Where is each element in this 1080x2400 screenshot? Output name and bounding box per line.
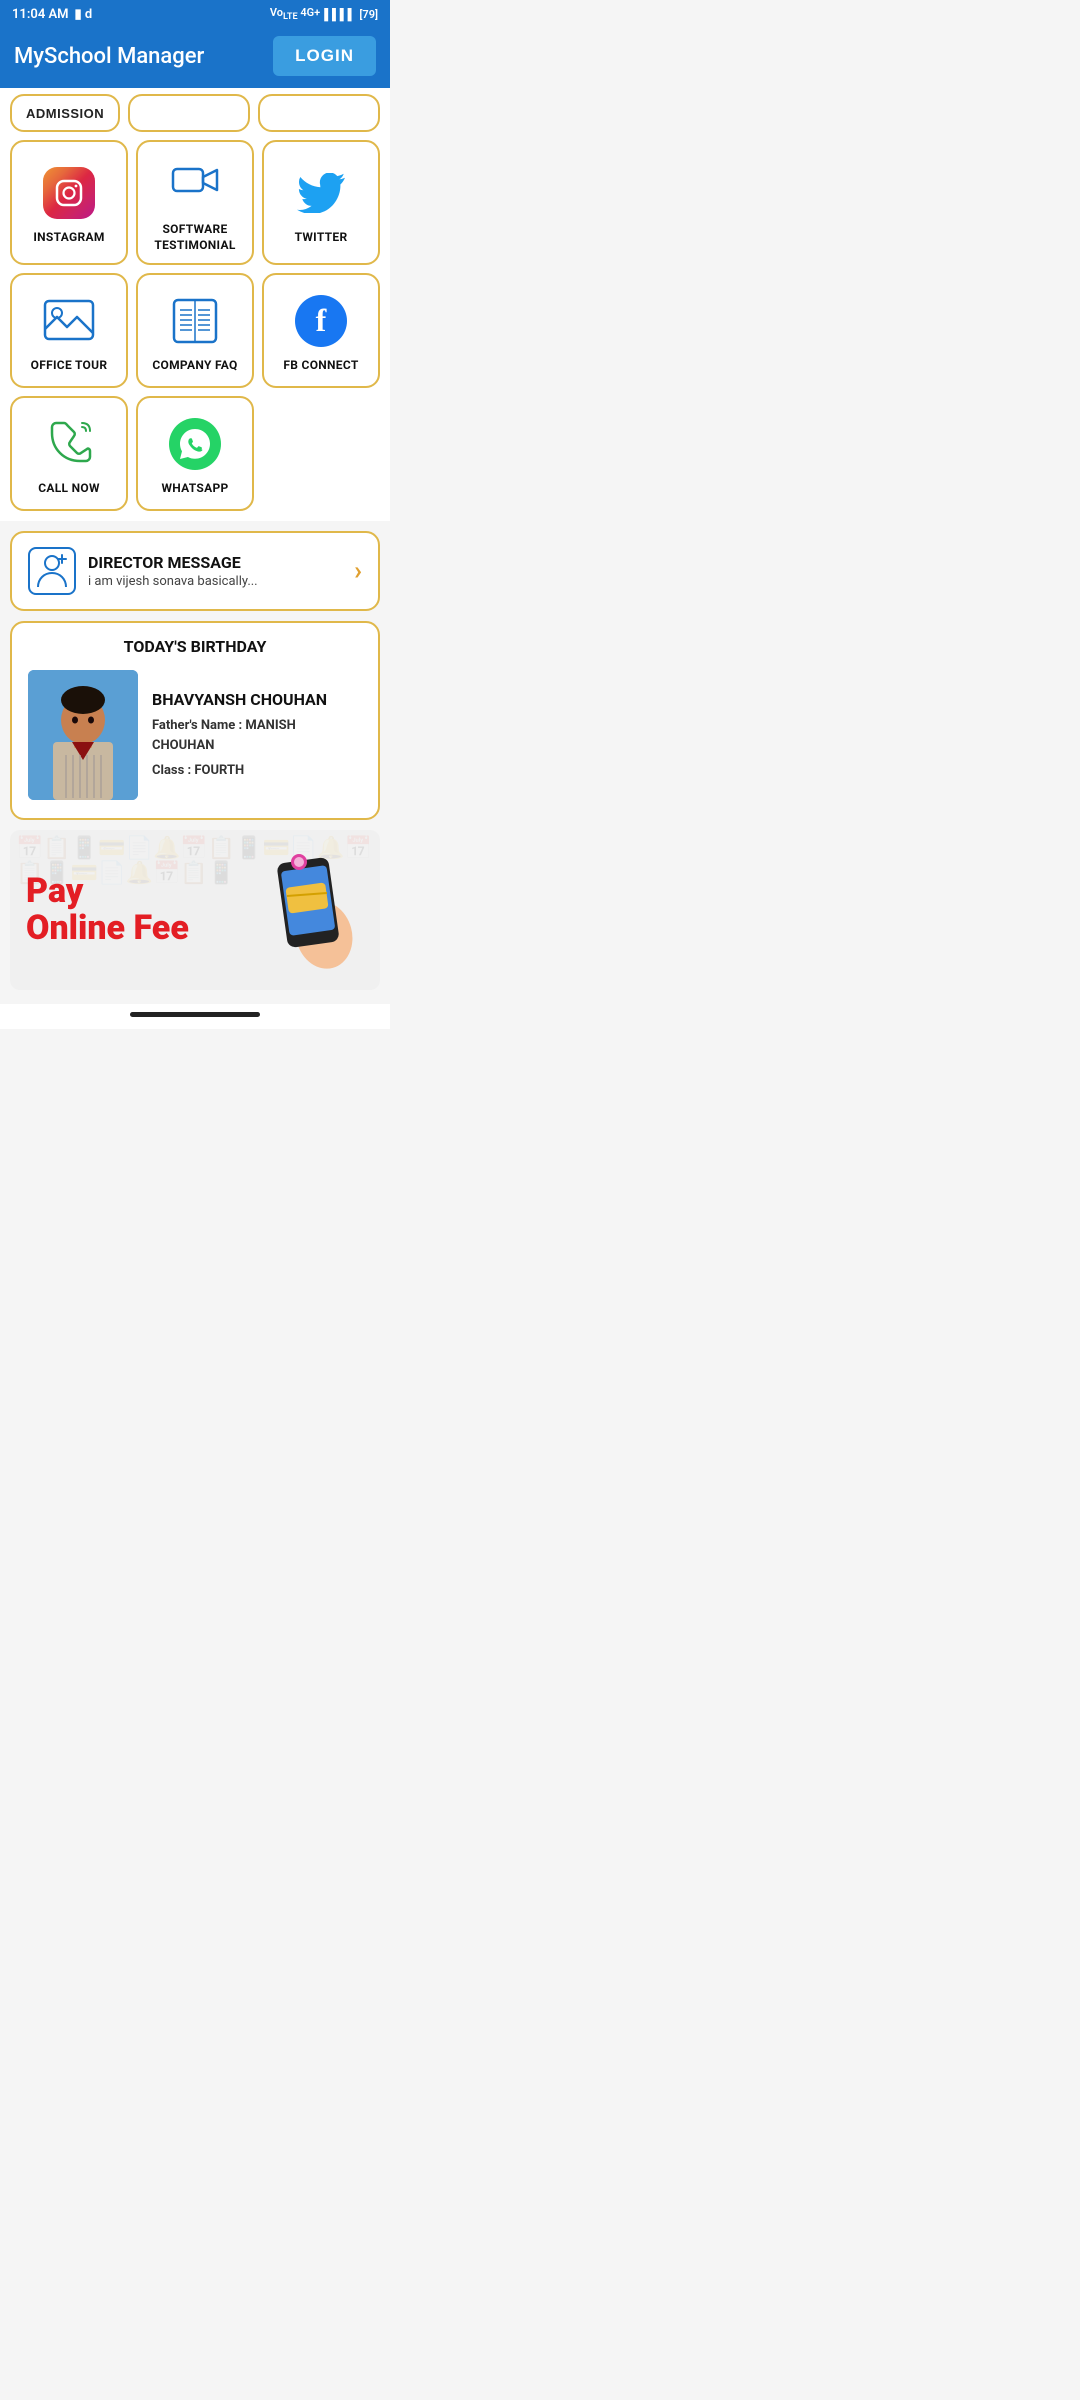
image-icon xyxy=(43,299,95,343)
director-icon xyxy=(28,547,76,595)
office-tour-card[interactable]: OFFICE TOUR xyxy=(10,273,128,388)
software-testimonial-label: SOFTWARETESTIMONIAL xyxy=(154,222,235,253)
director-message-card[interactable]: DIRECTOR MESSAGE i am vijesh sonava basi… xyxy=(10,531,380,611)
phone-icon xyxy=(44,419,94,469)
whatsapp-label: WHATSAPP xyxy=(161,481,228,497)
status-right: VoLTE 4G+ ▌▌▌▌ [79] xyxy=(270,6,378,22)
app-title: MySchool Manager xyxy=(14,44,204,69)
network-label: VoLTE 4G+ xyxy=(270,6,320,22)
pay-online-banner[interactable]: 📅📋📱💳📄🔔📅📋📱💳📄🔔📅📋📱💳📄🔔📅📋📱 Pay Online Fee xyxy=(10,830,380,990)
birthday-photo xyxy=(28,670,138,800)
battery-label: [79] xyxy=(359,8,378,21)
status-icons: ▮ d xyxy=(75,7,93,22)
birthday-section-title: TODAY'S BIRTHDAY xyxy=(28,637,362,656)
facebook-icon-area: f xyxy=(292,292,350,350)
whatsapp-icon-area xyxy=(166,415,224,473)
empty-slot-2 xyxy=(258,94,380,132)
fb-connect-card[interactable]: f FB CONNECT xyxy=(262,273,380,388)
director-text: DIRECTOR MESSAGE i am vijesh sonava basi… xyxy=(88,553,342,589)
call-now-card[interactable]: CALL NOW xyxy=(10,396,128,511)
instagram-icon xyxy=(43,167,95,219)
book-icon xyxy=(170,296,220,346)
video-icon xyxy=(169,159,221,211)
director-subtitle: i am vijesh sonava basically... xyxy=(88,574,342,589)
login-button[interactable]: LOGIN xyxy=(273,36,376,76)
birthday-class: Class : FOURTH xyxy=(152,761,362,781)
phone-icon-area xyxy=(40,415,98,473)
video-icon-area xyxy=(166,156,224,214)
father-label: Father's Name : xyxy=(152,718,242,733)
call-now-label: CALL NOW xyxy=(38,481,100,497)
icon-grid-row1: INSTAGRAM SOFTWARETESTIMONIAL TWITTER xyxy=(10,140,380,265)
software-testimonial-card[interactable]: SOFTWARETESTIMONIAL xyxy=(136,140,254,265)
twitter-icon-area xyxy=(292,164,350,222)
admission-row: ADMISSION xyxy=(10,94,380,132)
whatsapp-icon xyxy=(169,418,221,470)
empty-slot-1 xyxy=(128,94,250,132)
birthday-content: BHAVYANSH CHOUHAN Father's Name : MANISH… xyxy=(28,670,362,800)
pay-text: Pay Online Fee xyxy=(26,873,189,948)
instagram-card[interactable]: INSTAGRAM xyxy=(10,140,128,265)
person-plus-icon xyxy=(36,553,68,589)
home-indicator xyxy=(130,1012,260,1017)
instagram-label: INSTAGRAM xyxy=(33,230,104,246)
birthday-father: Father's Name : MANISHCHOUHAN xyxy=(152,716,362,755)
instagram-icon-area xyxy=(40,164,98,222)
office-tour-label: OFFICE TOUR xyxy=(31,358,108,374)
director-title: DIRECTOR MESSAGE xyxy=(88,553,342,572)
status-bar: 11:04 AM ▮ d VoLTE 4G+ ▌▌▌▌ [79] xyxy=(0,0,390,28)
class-name: FOURTH xyxy=(194,763,244,778)
whatsapp-card[interactable]: WHATSAPP xyxy=(136,396,254,511)
bottom-bar xyxy=(0,1004,390,1029)
admission-button[interactable]: ADMISSION xyxy=(10,94,120,132)
icon-grid-row2: OFFICE TOUR COMPANY xyxy=(10,273,380,388)
birthday-name: BHAVYANSH CHOUHAN xyxy=(152,690,362,711)
empty-slot-row3 xyxy=(262,396,380,511)
image-icon-area xyxy=(40,292,98,350)
top-bar: MySchool Manager LOGIN xyxy=(0,28,390,88)
class-label: Class : xyxy=(152,763,191,778)
phone-illustration xyxy=(244,850,364,970)
company-faq-label: COMPANY FAQ xyxy=(152,358,237,374)
icon-grid-row3: CALL NOW WHATSAPP xyxy=(10,396,380,511)
company-faq-card[interactable]: COMPANY FAQ xyxy=(136,273,254,388)
twitter-icon xyxy=(295,167,347,219)
twitter-card[interactable]: TWITTER xyxy=(262,140,380,265)
pay-line1: Pay xyxy=(26,873,189,910)
child-silhouette xyxy=(28,670,138,800)
twitter-label: TWITTER xyxy=(295,230,348,246)
pay-line2: Online Fee xyxy=(26,910,189,947)
birthday-card: TODAY'S BIRTHDAY xyxy=(10,621,380,820)
fb-connect-label: FB CONNECT xyxy=(283,358,358,374)
status-time: 11:04 AM xyxy=(12,7,69,22)
book-icon-area xyxy=(166,292,224,350)
signal-bars: ▌▌▌▌ xyxy=(324,8,355,21)
facebook-icon: f xyxy=(295,295,347,347)
birthday-info: BHAVYANSH CHOUHAN Father's Name : MANISH… xyxy=(152,690,362,781)
grid-section: ADMISSION INSTAGRAM xyxy=(0,88,390,521)
director-arrow-icon: › xyxy=(354,556,362,586)
